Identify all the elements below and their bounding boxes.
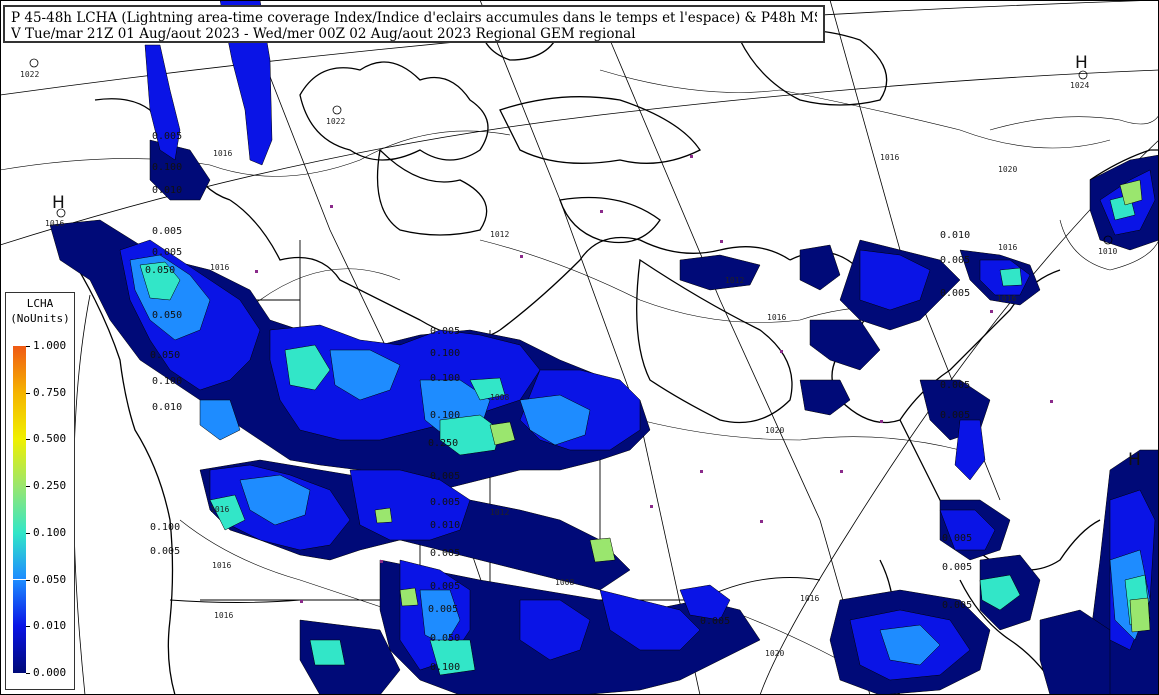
svg-text:1008: 1008	[555, 578, 574, 587]
legend-tick	[26, 626, 30, 628]
svg-text:H: H	[1128, 450, 1141, 470]
legend-tick	[26, 672, 30, 674]
svg-text:0.005: 0.005	[430, 471, 460, 482]
svg-text:0.005: 0.005	[152, 247, 182, 258]
svg-text:1016: 1016	[997, 294, 1016, 303]
svg-text:0.010: 0.010	[152, 185, 182, 196]
svg-text:0.005: 0.005	[430, 548, 460, 559]
svg-text:0.100: 0.100	[430, 348, 460, 359]
svg-text:H: H	[1075, 53, 1088, 73]
svg-text:1016: 1016	[998, 243, 1017, 252]
legend-units: (NoUnits)	[10, 312, 70, 325]
svg-text:1016: 1016	[213, 149, 232, 158]
legend-tick	[26, 439, 30, 441]
svg-text:1024: 1024	[1070, 81, 1089, 90]
svg-text:0.005: 0.005	[430, 497, 460, 508]
legend-level-label: 0.500	[33, 432, 67, 446]
svg-text:1020: 1020	[765, 426, 784, 435]
legend-level-label: 0.010	[33, 619, 67, 633]
legend-color-segment	[13, 346, 26, 393]
svg-text:1012: 1012	[490, 230, 509, 239]
svg-text:1016: 1016	[45, 219, 64, 228]
svg-text:0.005: 0.005	[150, 546, 180, 557]
svg-text:0.005: 0.005	[942, 562, 972, 573]
svg-text:1008: 1008	[490, 393, 509, 402]
svg-text:0.005: 0.005	[940, 380, 970, 391]
legend-level-label: 0.100	[33, 525, 67, 539]
legend-color-segment	[13, 579, 26, 627]
legend-color-bar	[13, 346, 26, 673]
svg-text:0.100: 0.100	[152, 162, 182, 173]
svg-text:0.010: 0.010	[430, 520, 460, 531]
svg-text:0.100: 0.100	[430, 410, 460, 421]
svg-text:0.005: 0.005	[942, 533, 972, 544]
map-title-line-2: V Tue/mar 21Z 01 Aug/aout 2023 - Wed/mer…	[11, 26, 636, 42]
svg-text:0.005: 0.005	[940, 410, 970, 421]
svg-text:0.050: 0.050	[430, 633, 460, 644]
svg-text:0.005: 0.005	[940, 255, 970, 266]
svg-text:1022: 1022	[20, 70, 39, 79]
svg-text:1016: 1016	[210, 505, 229, 514]
legend-level-label: 0.000	[33, 665, 67, 679]
svg-text:0.050: 0.050	[145, 265, 175, 276]
svg-text:1020: 1020	[765, 649, 784, 658]
svg-text:0.100: 0.100	[430, 662, 460, 673]
legend-level-label: 1.000	[33, 339, 67, 352]
legend-tick	[26, 579, 30, 581]
svg-text:0.050: 0.050	[152, 310, 182, 321]
svg-text:0.005: 0.005	[152, 226, 182, 237]
svg-text:0.050: 0.050	[150, 350, 180, 361]
svg-text:1016: 1016	[214, 611, 233, 620]
legend-color-segment	[13, 486, 26, 533]
svg-text:1016: 1016	[800, 594, 819, 603]
legend-tick	[26, 346, 30, 347]
legend-color-segment	[13, 532, 26, 580]
svg-text:0.100: 0.100	[152, 376, 182, 387]
svg-text:1020: 1020	[998, 165, 1017, 174]
legend-level-label: 0.750	[33, 385, 67, 399]
map-title-line-1: P 45-48h LCHA (Lightning area-time cover…	[11, 10, 817, 26]
svg-text:0.250: 0.250	[428, 438, 458, 449]
svg-text:0.005: 0.005	[700, 616, 730, 627]
svg-text:1016: 1016	[880, 153, 899, 162]
svg-text:1022: 1022	[326, 117, 345, 126]
legend-tick	[26, 392, 30, 394]
high-pressure-center: H	[1128, 450, 1141, 470]
legend-color-segment	[13, 439, 26, 487]
svg-text:0.005: 0.005	[940, 288, 970, 299]
color-legend: LCHA (NoUnits) 1.000 0.750 0.500 0.250 0.100…	[5, 292, 75, 690]
legend-tick	[26, 532, 30, 534]
lightning-map: 1022 H 1024 1022 H 1010 H 1016 1012 1016…	[0, 0, 1159, 695]
legend-color-segment	[13, 392, 26, 440]
legend-level-label: 0.250	[33, 479, 67, 493]
svg-text:1016: 1016	[767, 313, 786, 322]
svg-text:0.005: 0.005	[942, 600, 972, 611]
legend-color-segment	[13, 626, 26, 673]
svg-text:0.100: 0.100	[150, 522, 180, 533]
svg-text:1012: 1012	[725, 276, 744, 285]
legend-level-label: 0.050	[33, 572, 67, 586]
svg-text:0.005: 0.005	[430, 581, 460, 592]
svg-text:1010: 1010	[1098, 247, 1117, 256]
svg-text:1016: 1016	[212, 561, 231, 570]
legend-tick	[26, 486, 30, 488]
svg-text:1016: 1016	[210, 263, 229, 272]
svg-text:0.100: 0.100	[430, 373, 460, 384]
svg-text:0.010: 0.010	[152, 402, 182, 413]
svg-text:0.010: 0.010	[940, 230, 970, 241]
svg-text:1012: 1012	[490, 508, 509, 517]
legend-title: LCHA	[26, 297, 54, 310]
svg-text:0.005: 0.005	[428, 604, 458, 615]
svg-text:0.005: 0.005	[152, 131, 182, 142]
svg-text:0.005: 0.005	[430, 326, 460, 337]
map-title-box: P 45-48h LCHA (Lightning area-time cover…	[3, 5, 825, 43]
